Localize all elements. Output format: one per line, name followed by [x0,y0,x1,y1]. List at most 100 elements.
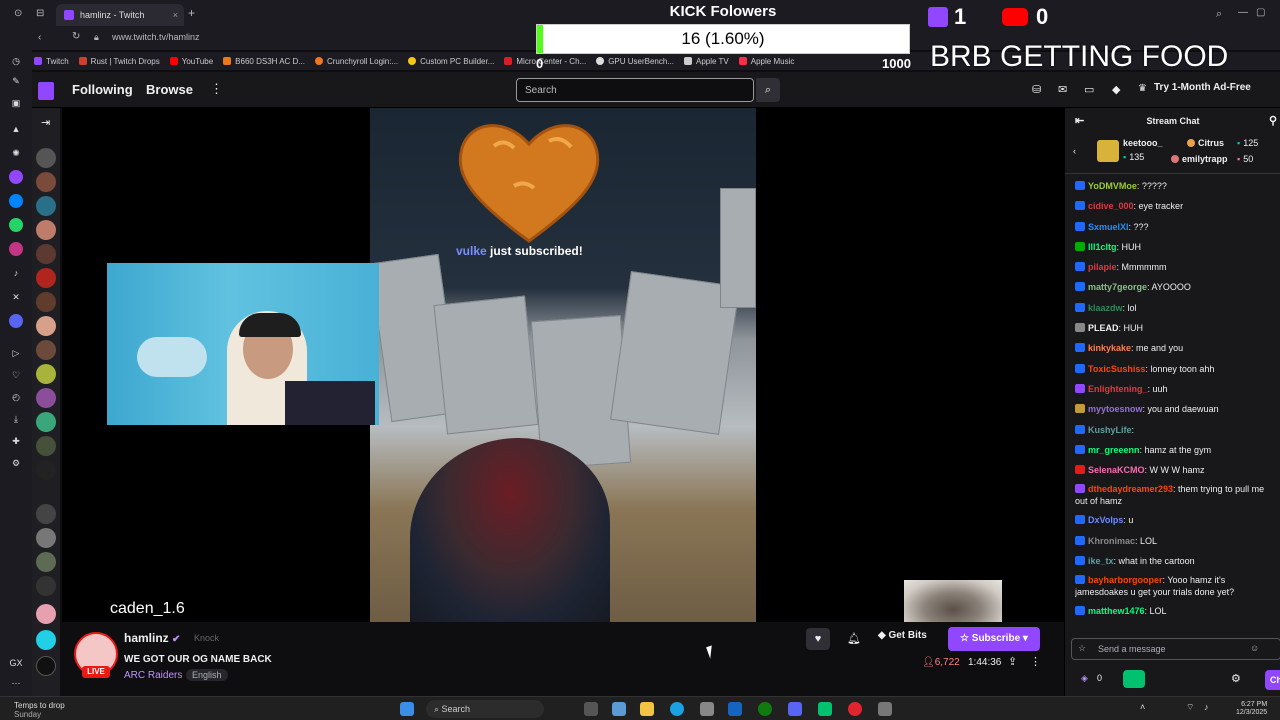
tab-list-icon[interactable]: ⊟ [36,8,44,19]
channel-avatar[interactable] [36,412,56,432]
maximize-icon[interactable]: ▢ [1256,7,1265,18]
volume-icon[interactable]: ♪ [1204,702,1209,712]
channel-avatar[interactable] [36,504,56,524]
channel-name[interactable]: hamlinz ✔ [124,631,180,645]
channel-avatar[interactable] [36,268,56,288]
chatgpt-icon[interactable]: ✺ [9,146,23,160]
search-icon[interactable]: ⌕ [756,78,780,102]
browser-search-icon[interactable]: ⌕ [1216,8,1222,21]
instagram-icon[interactable] [9,242,23,256]
clock-icon[interactable]: ◴ [9,390,23,404]
search-input[interactable]: Search [516,78,754,102]
messenger-icon[interactable] [9,194,23,208]
chat-username[interactable]: lll1cltg [1088,242,1117,252]
chat-username[interactable]: SelenaKCMO [1088,465,1145,475]
notes-icon[interactable]: ✎ [9,74,23,88]
chevron-left-icon[interactable]: ‹ [1073,146,1076,156]
channel-avatar[interactable] [36,528,56,548]
reload-icon[interactable]: ↻ [72,31,80,42]
chat-username[interactable]: PLEAD [1088,323,1119,333]
gift-leader[interactable]: Citrus [1187,138,1224,148]
channel-points-icon[interactable]: ◈ [1081,673,1088,684]
channel-avatar[interactable] [36,340,56,360]
chat-username[interactable]: mr_greeenn [1088,445,1140,455]
ad-free-button[interactable]: Try 1-Month Ad-Free [1154,82,1251,93]
discord-icon[interactable] [788,702,802,716]
chat-username[interactable]: matthew1476 [1088,606,1145,616]
chat-username[interactable]: DxVolps [1088,515,1123,525]
channel-avatar[interactable] [36,220,56,240]
more-icon[interactable]: ⋯ [9,676,23,690]
task-view-icon[interactable] [584,702,598,716]
browser-menu-icon[interactable]: ⊙ [14,8,22,19]
emote-icon[interactable]: ☆ [1078,643,1086,654]
taskbar-clock[interactable]: 6:27 PM 12/3/2025 [1236,701,1267,717]
chat-username[interactable]: YoDMVMoe [1088,181,1137,191]
chat-username[interactable]: kinkykake [1088,343,1131,353]
gift-leader[interactable]: keetooo_ [1123,138,1163,148]
minimize-icon[interactable]: — [1238,7,1248,18]
whispers-icon[interactable]: ▭ [1084,83,1094,96]
game-link[interactable]: ARC Raiders [124,670,182,681]
gift-leader[interactable]: emilytrapp [1171,154,1228,164]
chat-username[interactable]: Enlightening_ [1088,384,1148,394]
player-icon[interactable]: ▷ [9,346,23,360]
bookmark-item[interactable]: Custom PC Builder... [408,57,494,66]
settings-icon[interactable]: ⚙ [9,456,23,470]
prime-icon[interactable]: ⛁ [1032,83,1041,96]
channel-avatar[interactable] [36,604,56,624]
chat-username[interactable]: dthedaydreamer293 [1088,484,1173,494]
store-icon[interactable] [700,702,714,716]
back-icon[interactable]: ‹ [38,32,41,43]
channel-avatar[interactable] [36,316,56,336]
channel-avatar[interactable] [36,656,56,676]
obs-icon[interactable] [878,702,892,716]
channel-avatar[interactable] [36,172,56,192]
chat-username[interactable]: matty7george [1088,282,1147,292]
chat-username[interactable]: ike_tx [1088,556,1114,566]
get-bits-button[interactable]: ◆ Get Bits [878,630,927,641]
nav-more-icon[interactable]: ⋮ [210,81,223,97]
bookmark-item[interactable]: Twitch [34,57,69,66]
tab-close-icon[interactable]: × [173,10,178,20]
share-icon[interactable]: ⇪ [1008,655,1017,668]
url-field[interactable]: www.twitch.tv/hamlinz [112,32,200,42]
chat-username[interactable]: KushyLife [1088,425,1132,435]
copilot-icon[interactable] [612,702,626,716]
chat-username[interactable]: SxmuelXl [1088,222,1129,232]
edge-icon[interactable] [670,702,684,716]
weather-widget[interactable]: Temps to drop Sunday [14,701,65,719]
file-explorer-icon[interactable] [640,702,654,716]
channel-avatar[interactable] [36,364,56,384]
x-icon[interactable]: ✕ [9,290,23,304]
chat-username[interactable]: bayharborgooper [1088,575,1163,585]
xbox-icon[interactable] [758,702,772,716]
bookmark-item[interactable]: Rust | Twitch Drops [78,57,160,66]
chat-username[interactable]: cidive_000 [1088,201,1134,211]
community-icon[interactable]: ⚲ [1269,108,1277,134]
extensions-icon[interactable]: ✚ [9,434,23,448]
chat-username[interactable]: Khronimac [1088,536,1135,546]
subscribe-button[interactable]: ☆ Subscribe ▾ [948,627,1040,651]
channel-avatar[interactable] [36,292,56,312]
chat-settings-icon[interactable]: ⚙ [1231,672,1241,685]
channel-avatar[interactable] [36,436,56,456]
discord-icon[interactable] [9,314,23,328]
bookmark-item[interactable]: YouTube [169,57,213,66]
channel-avatar[interactable] [36,460,56,480]
video-player[interactable]: vulke just subscribed! caden_1.6 [62,108,1064,622]
twitch-logo-icon[interactable] [38,82,54,100]
more-options-icon[interactable]: ⋮ [1030,655,1041,668]
nav-following[interactable]: Following [72,82,133,97]
chat-input[interactable]: ☆ Send a message ☺ [1071,638,1280,660]
channel-avatar[interactable] [36,630,56,650]
notification-bell-icon[interactable]: 🔔︎ [842,628,866,650]
bits-icon[interactable]: ◆ [1112,83,1120,96]
opera-gx-icon[interactable] [848,702,862,716]
language-tag[interactable]: English [186,669,228,681]
network-icon[interactable]: ⌔ [1186,702,1194,713]
new-tab-icon[interactable]: + [188,6,195,20]
bonus-icon[interactable] [1123,670,1145,688]
chat-username[interactable]: myytoesnow [1088,404,1143,414]
channel-avatar[interactable] [36,196,56,216]
